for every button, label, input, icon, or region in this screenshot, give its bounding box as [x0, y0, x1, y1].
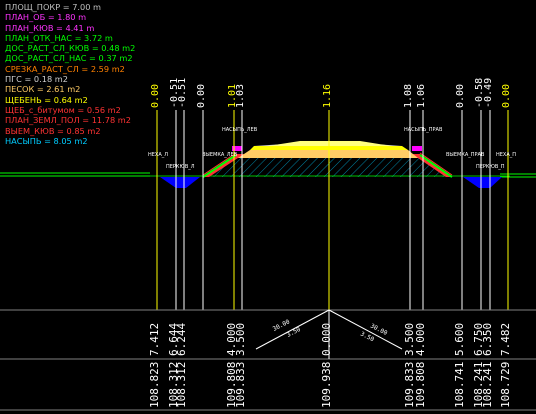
elevation-value: 109.833: [234, 362, 247, 408]
elevation-value: 108.312: [175, 362, 188, 408]
top-value: -0.49: [483, 78, 494, 108]
top-value: -0.51: [177, 78, 188, 108]
legend-item: ПГС = 0.18 m2: [5, 74, 68, 85]
top-value: 1.03: [235, 84, 246, 108]
legend-item: ЩЕБЕНЬ = 0.64 m2: [5, 94, 88, 105]
legend-item: ПЛАН_КЮВ = 4.41 m: [5, 22, 95, 33]
legend-item: ЩЕБ_с_битумом = 0.56 m2: [5, 104, 121, 115]
point-label: НАСЫПЬ_ПРАВ: [404, 127, 443, 133]
ditch-right: [463, 177, 502, 188]
elevation-value: 109.808: [414, 362, 427, 408]
legend-item: ДОС_РАСТ_СЛ_НАС = 0.37 m2: [5, 53, 133, 64]
top-value: 0.00: [150, 84, 161, 108]
legend-item: ПЛАН_ОТК_НАС = 3.72 m: [5, 32, 113, 43]
legend-item: ПЛАН_ЗЕМЛ_ПОЛ = 11.78 m2: [5, 115, 131, 126]
legend-item: ВЫЕМ_КЮВ = 0.85 m2: [5, 125, 101, 136]
top-value: 1.08: [403, 84, 414, 108]
point-label: НАСЫПЬ_ЛЕВ: [222, 127, 258, 133]
elevation-value: 108.823: [148, 362, 161, 408]
legend-item: ДОС_РАСТ_СЛ_КЮВ = 0.48 m2: [5, 43, 136, 54]
offset-value: 7.482: [499, 323, 512, 356]
legend-item: ПЕСОК = 2.61 m2: [5, 84, 81, 95]
legend-item: СРЕЗКА_РАСТ_СЛ = 2.59 m2: [5, 63, 125, 74]
offset-value: 3.500: [234, 323, 247, 356]
elevation-value: 108.741: [453, 362, 466, 408]
top-value: 1.16: [322, 84, 333, 108]
point-label: НЕХА_Л: [148, 152, 168, 158]
point-label: ВЫЕМКА_ПРАВ: [446, 152, 485, 158]
sand-layer: [238, 150, 418, 158]
offset-value: 5.600: [453, 323, 466, 356]
point-label: ВЫЕМКА_ЛЕВ: [202, 152, 238, 158]
top-value: 0.00: [196, 84, 207, 108]
top-value: 0.00: [501, 84, 512, 108]
point-label: НЕХА_П: [496, 152, 516, 158]
offset-value: 0.000: [320, 323, 333, 356]
elevation-value: 109.938: [320, 362, 333, 408]
point-label: ПЕРКЮВ_Л: [166, 164, 195, 170]
fill-hatch-area: [203, 158, 452, 177]
offset-value: 6.244: [175, 323, 188, 356]
top-value: 1.06: [416, 84, 427, 108]
slope-label: 3.50: [286, 326, 302, 339]
elevation-value: 108.729: [499, 362, 512, 408]
shoulder-right: [412, 146, 422, 151]
pavement-top: [268, 141, 392, 146]
ditch-left: [160, 177, 200, 188]
legend-item: НАСЫПЬ = 8.05 m2: [5, 135, 88, 146]
offset-value: 4.000: [414, 323, 427, 356]
slope-label: 3.50: [359, 331, 375, 344]
offset-value: 7.412: [148, 323, 161, 356]
offset-value: 6.350: [481, 323, 494, 356]
legend-item: ПЛАН_ОБ = 1.80 m: [5, 12, 87, 23]
elevation-value: 108.241: [481, 362, 494, 408]
volume-legend: ПЛОЩ_ПОКР = 7.00 m ПЛАН_ОБ = 1.80 m ПЛАН_К…: [5, 2, 135, 146]
point-label: ПЕРКЮВ_П: [476, 164, 505, 170]
legend-item: ПЛОЩ_ПОКР = 7.00 m: [5, 2, 102, 12]
top-value: 0.00: [455, 84, 466, 108]
